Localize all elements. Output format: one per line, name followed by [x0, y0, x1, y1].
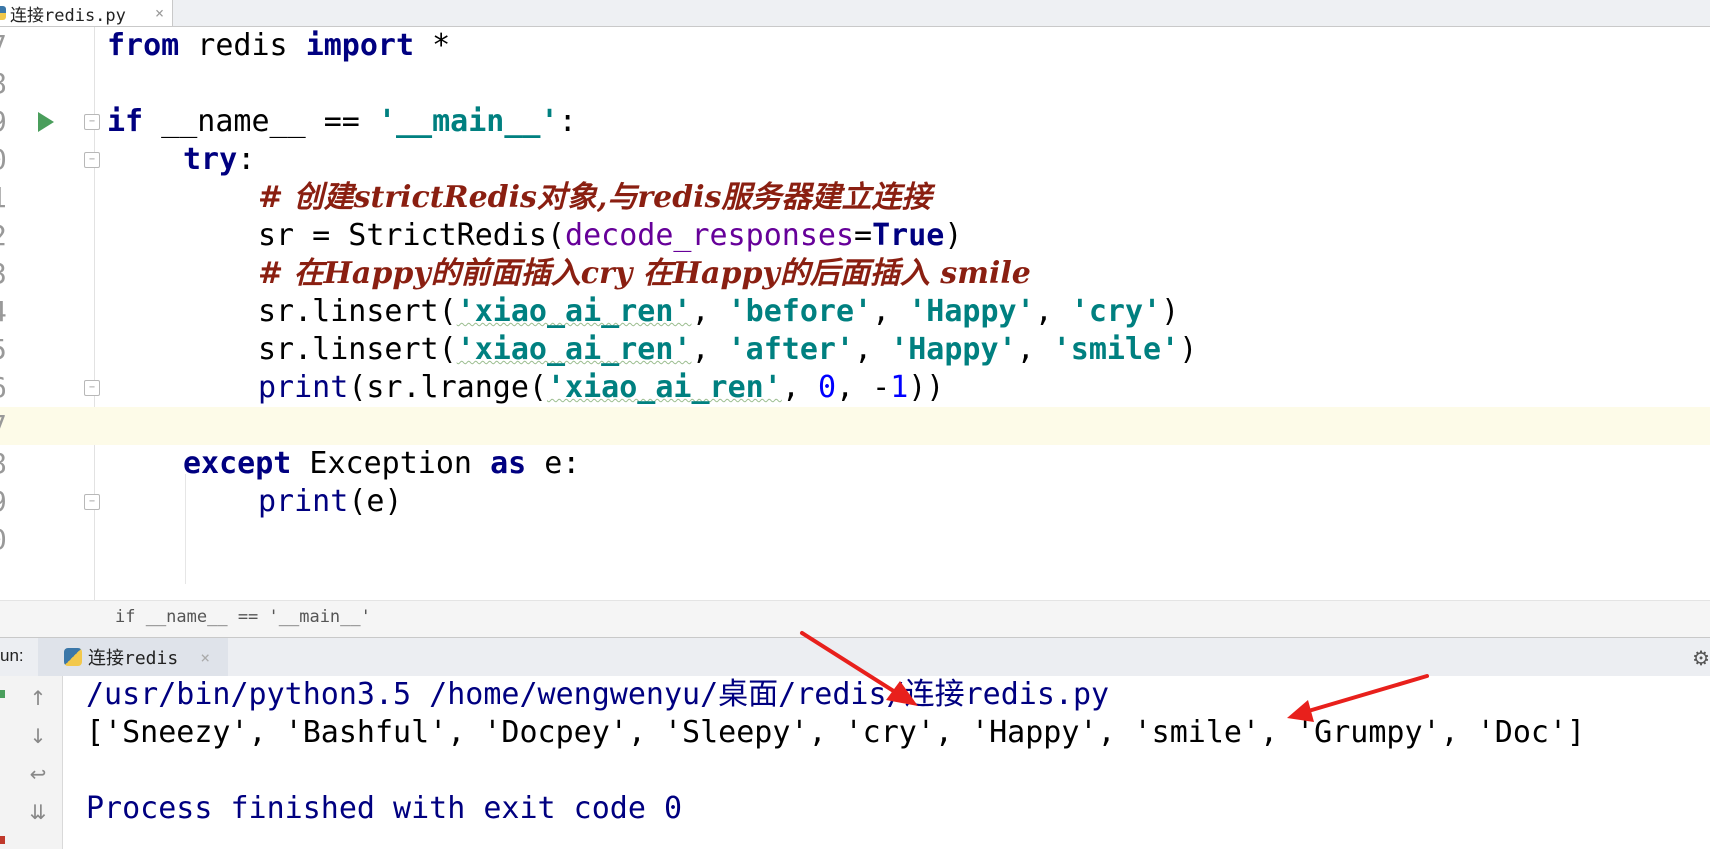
scroll-to-end-icon[interactable]: ⇊ — [26, 800, 50, 824]
code-text: if __name__ == '__main__': — [107, 104, 577, 139]
line-number: 9 — [0, 483, 20, 521]
breadcrumb[interactable]: if __name__ == '__main__' — [0, 600, 1710, 637]
console-command-line: /usr/bin/python3.5 /home/wengwenyu/桌面/re… — [86, 677, 1110, 712]
stop-indicator — [0, 836, 5, 844]
code-line: 8 — [0, 65, 1710, 103]
python-file-icon — [0, 6, 6, 20]
editor-tab-bar: 连接redis.py × — [0, 0, 1710, 27]
line-number: 7 — [0, 27, 20, 65]
line-number: 3 — [0, 255, 20, 293]
line-number: 4 — [0, 293, 20, 331]
code-line: 9 − if __name__ == '__main__': — [0, 103, 1710, 141]
code-line: 7 from redis import * — [0, 27, 1710, 65]
code-text: try: — [183, 142, 256, 177]
line-number: 1 — [0, 179, 20, 217]
code-editor[interactable]: 7 from redis import * 8 9 − if __name__ … — [0, 27, 1710, 600]
run-label: un: — [0, 646, 24, 665]
line-number: 7 — [0, 407, 20, 445]
close-run-tab-icon[interactable]: × — [200, 648, 210, 667]
rerun-indicator — [0, 690, 5, 698]
fold-end-icon[interactable]: − — [84, 494, 100, 510]
run-tab-connect-redis[interactable]: 连接redis × — [38, 638, 228, 676]
fold-toggle-icon[interactable]: − — [84, 114, 100, 130]
breadcrumb-item[interactable]: if __name__ == '__main__' — [115, 607, 371, 627]
gear-icon[interactable]: ⚙ — [1692, 646, 1710, 670]
code-text: print(sr.lrange('xiao_ai_ren', 0, -1)) — [258, 370, 945, 405]
run-tab-label: 连接redis — [88, 648, 179, 669]
code-line: 5 sr.linsert('xiao_ai_ren', 'after', 'Ha… — [0, 331, 1710, 369]
code-comment: # 创建strictRedis对象,与redis服务器建立连接 — [258, 180, 932, 215]
run-console[interactable]: ↑ ↓ ↩ ⇊ /usr/bin/python3.5 /home/wengwen… — [0, 676, 1710, 849]
code-text: print(e) — [258, 484, 403, 519]
console-toolbar: ↑ ↓ ↩ ⇊ — [0, 676, 63, 849]
code-text: sr.linsert('xiao_ai_ren', 'before', 'Hap… — [258, 294, 1180, 329]
code-line: 0 − try: — [0, 141, 1710, 179]
code-text: from redis import * — [107, 28, 451, 63]
line-number: 2 — [0, 217, 20, 255]
python-run-icon — [64, 648, 82, 666]
close-tab-icon[interactable]: × — [155, 4, 164, 22]
line-number: 5 — [0, 331, 20, 369]
file-tab-label: 连接redis.py — [10, 5, 126, 26]
console-output-line: ['Sneezy', 'Bashful', 'Docpey', 'Sleepy'… — [86, 715, 1586, 750]
run-toolbar: un: 连接redis × ⚙ — [0, 637, 1710, 677]
line-number: 6 — [0, 369, 20, 407]
scroll-down-icon[interactable]: ↓ — [26, 724, 50, 748]
line-number: 0 — [0, 521, 20, 559]
line-number: 8 — [0, 65, 20, 103]
current-code-line: 7 — [0, 407, 1710, 445]
fold-toggle-icon[interactable]: − — [84, 152, 100, 168]
code-line: 8 except Exception as e: — [0, 445, 1710, 483]
line-number: 9 — [0, 103, 20, 141]
run-gutter-icon[interactable] — [38, 112, 54, 132]
line-number: 8 — [0, 445, 20, 483]
code-text: sr = StrictRedis(decode_responses=True) — [258, 218, 963, 253]
code-comment: # 在Happy的前面插入cry 在Happy的后面插入 smile — [258, 256, 1031, 291]
fold-end-icon[interactable]: − — [84, 380, 100, 396]
code-line: 9 − print(e) — [0, 483, 1710, 521]
code-line: 4 sr.linsert('xiao_ai_ren', 'before', 'H… — [0, 293, 1710, 331]
scroll-up-icon[interactable]: ↑ — [26, 686, 50, 710]
code-line: 1 # 创建strictRedis对象,与redis服务器建立连接 — [0, 179, 1710, 217]
code-line: 6 − print(sr.lrange('xiao_ai_ren', 0, -1… — [0, 369, 1710, 407]
line-number: 0 — [0, 141, 20, 179]
code-line: 2 sr = StrictRedis(decode_responses=True… — [0, 217, 1710, 255]
console-exit-line: Process finished with exit code 0 — [86, 791, 683, 826]
code-text: sr.linsert('xiao_ai_ren', 'after', 'Happ… — [258, 332, 1198, 367]
soft-wrap-icon[interactable]: ↩ — [26, 762, 50, 786]
code-line: 3 # 在Happy的前面插入cry 在Happy的后面插入 smile — [0, 255, 1710, 293]
code-text: except Exception as e: — [183, 446, 581, 481]
code-line: 0 — [0, 521, 1710, 559]
file-tab-connect-redis[interactable]: 连接redis.py × — [0, 0, 173, 26]
